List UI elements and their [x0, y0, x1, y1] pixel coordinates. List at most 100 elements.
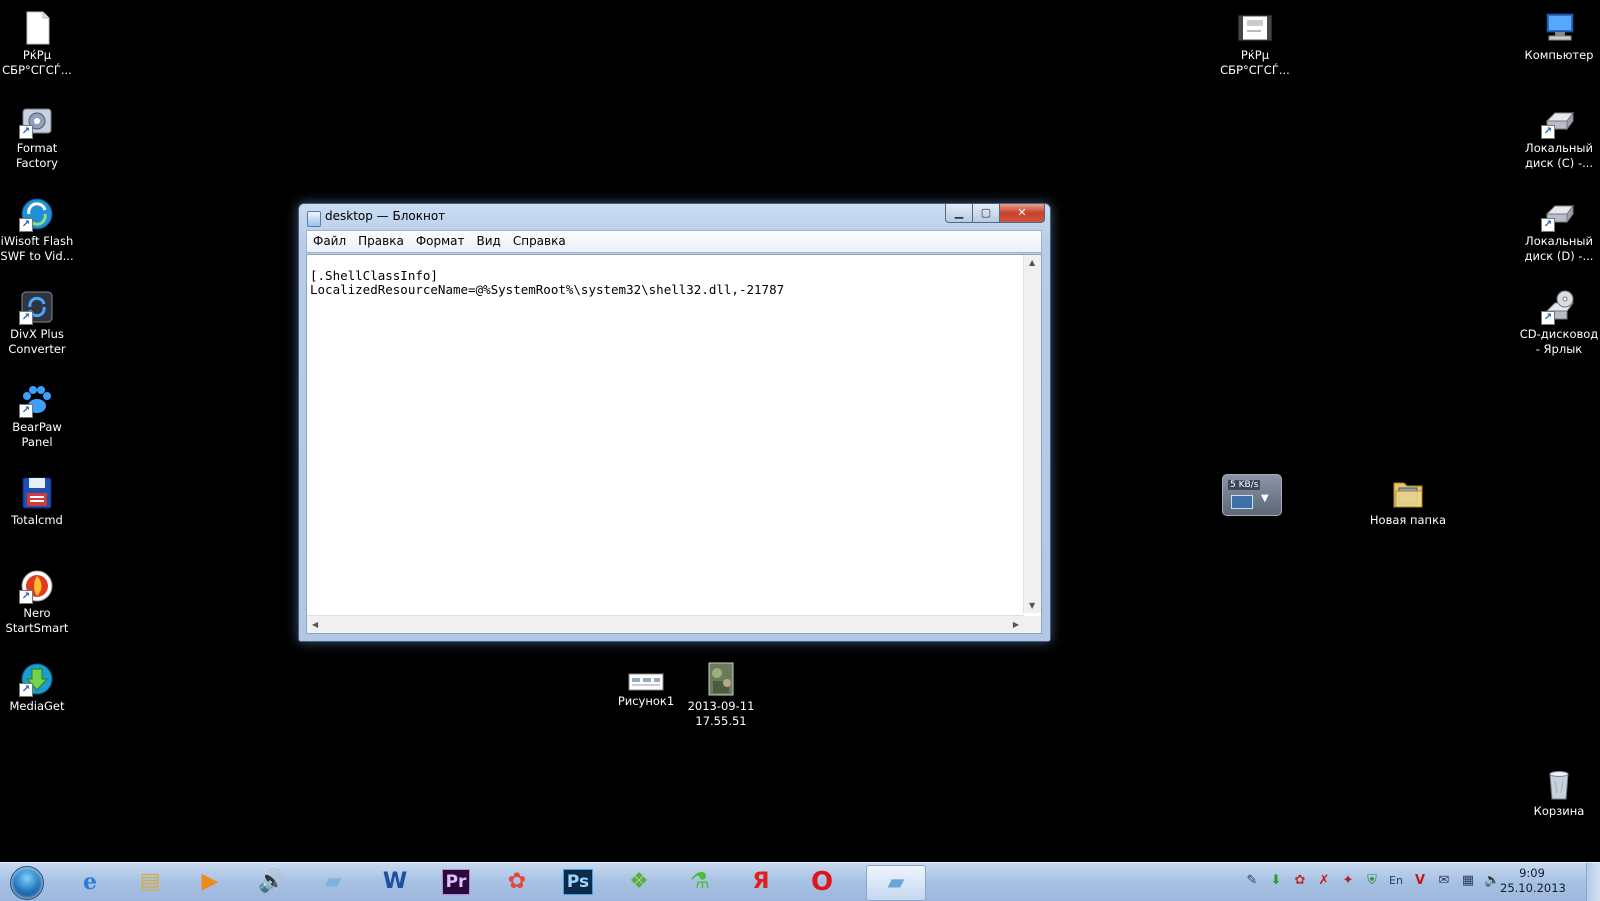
scroll-down-icon[interactable]: ▼ — [1029, 601, 1035, 610]
desktop-icon-divx[interactable]: ↗ DivX Plus Converter — [0, 289, 77, 357]
desktop-icon-drive-c[interactable]: ↗ Локальный диск (C) -... — [1519, 103, 1599, 171]
horizontal-scrollbar[interactable]: ◀ ▶ — [307, 615, 1024, 633]
desktop-icon-label: Локальный диск (C) -... — [1524, 141, 1594, 170]
taskbar-internet-explorer[interactable]: e — [62, 865, 118, 899]
desktop-icon-label: Компьютер — [1524, 48, 1594, 62]
desktop-icon-label: Рисунок1 — [617, 694, 675, 708]
menu-view[interactable]: Вид — [471, 231, 507, 251]
size-grip[interactable] — [1024, 616, 1041, 633]
internet-explorer-icon: e — [83, 869, 97, 895]
menu-file[interactable]: Файл — [307, 231, 352, 251]
taskbar-yandex[interactable]: Я — [733, 865, 789, 899]
green-app-icon: ❖ — [629, 869, 649, 894]
taskbar-notepad-active[interactable]: ▰ — [866, 865, 926, 901]
tray-acrobat-icon[interactable]: ✗ — [1316, 873, 1332, 889]
gadget-monitor-icon — [1231, 495, 1253, 509]
scroll-right-icon[interactable]: ▶ — [1013, 620, 1019, 629]
desktop-icon-drive-d[interactable]: ↗ Локальный диск (D) -... — [1519, 196, 1599, 264]
divx-icon: ↗ — [19, 289, 55, 325]
text-editor[interactable]: [.ShellClassInfo] LocalizedResourceName=… — [306, 254, 1042, 634]
desktop-icon-label: MediaGet — [9, 699, 65, 713]
tray-chat-icon[interactable]: ✉ — [1436, 873, 1452, 889]
scroll-up-icon[interactable]: ▲ — [1029, 258, 1035, 267]
yandex-icon: Я — [752, 869, 770, 894]
vertical-scrollbar[interactable]: ▲ ▼ — [1023, 255, 1041, 613]
window-title: desktop — Блокнот — [325, 209, 446, 223]
desktop-icon-computer[interactable]: Компьютер — [1519, 10, 1599, 63]
clock-date: 25.10.2013 — [1500, 881, 1566, 895]
tray-flower-icon[interactable]: ✿ — [1292, 873, 1308, 889]
windows-logo-icon — [10, 866, 44, 900]
start-button[interactable] — [4, 863, 48, 901]
minimize-button[interactable]: ▁ — [945, 204, 973, 223]
desktop-icon-format-factory[interactable]: ↗ Format Factory — [0, 103, 77, 171]
tray-volume-icon[interactable]: 🔈 — [1484, 873, 1500, 889]
taskbar-photoshop[interactable]: Ps — [550, 865, 606, 899]
tray-network-alert-icon[interactable]: ✦ — [1340, 873, 1356, 889]
menu-format[interactable]: Формат — [410, 231, 471, 251]
network-speed-gadget[interactable]: 5 KB/s ▼ — [1222, 474, 1282, 516]
taskbar-premiere[interactable]: Pr — [428, 865, 484, 899]
tray-security-icon[interactable]: ⛨ — [1364, 873, 1380, 889]
clock-time: 9:09 — [1519, 866, 1545, 880]
desktop-icon-label: Nero StartSmart — [5, 606, 69, 635]
clock[interactable]: 9:09 25.10.2013 — [1500, 866, 1566, 896]
taskbar-explorer[interactable]: ▤ — [122, 865, 178, 899]
desktop-icon-new-folder[interactable]: Новая папка — [1368, 475, 1448, 528]
shortcut-arrow-icon: ↗ — [19, 683, 33, 697]
tray-network-icon[interactable]: ▦ — [1460, 873, 1476, 889]
photoshop-icon: Ps — [562, 869, 594, 895]
tray-antivirus-icon[interactable]: V — [1412, 873, 1428, 889]
taskbar-picasa[interactable]: ✿ — [489, 865, 545, 899]
taskbar-volume-app[interactable]: 🔊 — [244, 865, 300, 899]
desktop-icon-iwisoft[interactable]: ↗ iWisoft Flash SWF to Vid... — [0, 196, 77, 264]
folder-library-icon: ▤ — [139, 869, 161, 894]
taskbar-notepad-pinned[interactable]: ▰ — [305, 865, 361, 899]
show-desktop-button[interactable] — [1586, 863, 1600, 901]
notepad-window[interactable]: desktop — Блокнот ▁ ▢ ✕ Файл Правка Формат… — [298, 203, 1051, 642]
tray-download-icon[interactable]: ⬇ — [1268, 873, 1284, 889]
menu-help[interactable]: Справка — [507, 231, 572, 251]
desktop-icon-photo[interactable]: 2013-09-11 17.55.51 — [681, 661, 761, 729]
editor-content[interactable]: [.ShellClassInfo] LocalizedResourceName=… — [310, 269, 784, 297]
nero-icon: ↗ — [19, 568, 55, 604]
word-icon: W — [382, 869, 408, 894]
editor-line-1: [.ShellClassInfo] — [310, 268, 438, 283]
menu-bar: Файл Правка Формат Вид Справка — [306, 230, 1042, 253]
desktop-icon-file-top-left[interactable]: РќРµ СБР°СГСЃ... — [0, 10, 77, 78]
desktop-icon-label: РќРµ СБР°СГСЃ... — [1220, 48, 1290, 77]
desktop-icon-bearpaw[interactable]: ↗ BearPaw Panel — [0, 382, 77, 450]
desktop-icon-mediaget[interactable]: ↗ MediaGet — [0, 661, 77, 714]
mediaget-icon: ↗ — [19, 661, 55, 697]
desktop-icon-recycle-bin[interactable]: Корзина — [1519, 766, 1599, 819]
tray-brush-icon[interactable]: ✎ — [1244, 873, 1260, 889]
notepad-icon: ▰ — [887, 870, 905, 895]
drive-c-icon: ↗ — [1541, 103, 1577, 139]
taskbar-word[interactable]: W — [367, 865, 423, 899]
taskbar: e ▤ ▶ 🔊 ▰ W Pr ✿ Ps ❖ ⚗ Я O ▰ ✎ ⬇ ✿ ✗ ✦ … — [0, 862, 1600, 901]
maximize-button[interactable]: ▢ — [972, 204, 1000, 223]
taskbar-app-flask[interactable]: ⚗ — [672, 865, 728, 899]
gadget-dropdown-icon[interactable]: ▼ — [1261, 493, 1269, 504]
desktop-icon-label: BearPaw Panel — [12, 420, 62, 449]
menu-edit[interactable]: Правка — [352, 231, 410, 251]
desktop-icon-nero[interactable]: ↗ Nero StartSmart — [0, 568, 77, 636]
desktop-icon-totalcmd[interactable]: Totalcmd — [0, 475, 77, 528]
taskbar-media-player[interactable]: ▶ — [182, 865, 238, 899]
tray-language-indicator[interactable]: En — [1388, 873, 1404, 889]
desktop-icon-label: DivX Plus Converter — [8, 327, 66, 356]
desktop-icon-label: Корзина — [1533, 804, 1585, 818]
desktop-icon-label: 2013-09-11 17.55.51 — [687, 699, 755, 728]
notepad-app-icon — [307, 211, 321, 227]
shortcut-arrow-icon: ↗ — [1541, 218, 1555, 232]
desktop-icon-picture1[interactable]: Рисунок1 — [606, 670, 686, 709]
media-player-icon: ▶ — [201, 869, 219, 894]
desktop-icon-file-top-middle[interactable]: РќРµ СБР°СГСЃ... — [1215, 10, 1295, 78]
scroll-left-icon[interactable]: ◀ — [312, 620, 318, 629]
shortcut-arrow-icon: ↗ — [19, 404, 33, 418]
taskbar-app-green[interactable]: ❖ — [611, 865, 667, 899]
shortcut-arrow-icon: ↗ — [19, 590, 33, 604]
taskbar-opera[interactable]: O — [794, 865, 850, 899]
close-button[interactable]: ✕ — [999, 204, 1045, 223]
desktop-icon-cd-drive[interactable]: ↗ CD-дисковод - Ярлык — [1519, 289, 1599, 357]
